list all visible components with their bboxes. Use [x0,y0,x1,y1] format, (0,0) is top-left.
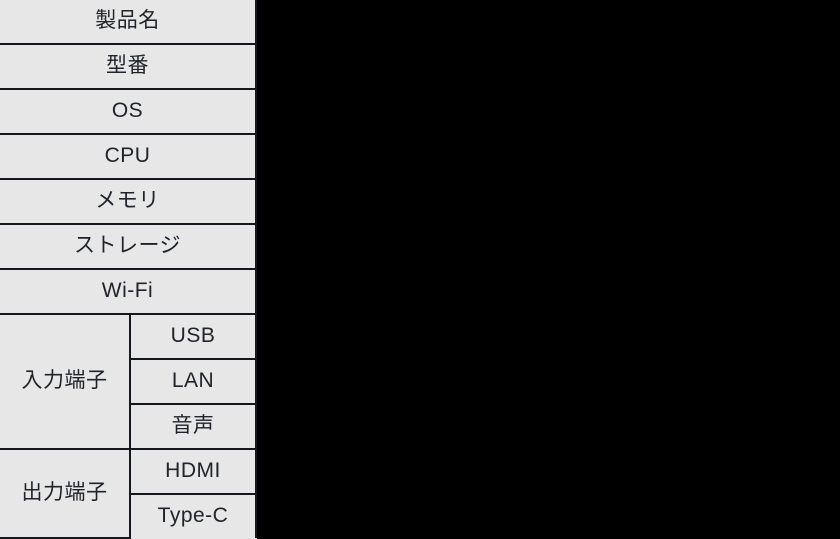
table-row: 入力端子 USB [0,313,257,450]
spec-sub-label: LAN [130,358,257,405]
screenshot-canvas: 製品名 型番 OS CPU メモリ ストレージ Wi-Fi 入力端子 USB LAN 音声 出力端子 H… [0,0,840,539]
spec-group-label: 入力端子 [0,313,131,450]
spec-table-container: 製品名 型番 OS CPU メモリ ストレージ Wi-Fi 入力端子 USB LAN 音声 出力端子 H… [0,0,257,539]
spec-sub-label: 音声 [130,403,257,450]
spec-table: 製品名 型番 OS CPU メモリ ストレージ Wi-Fi 入力端子 USB LAN 音声 出力端子 H… [0,0,257,539]
spec-table-body: 製品名 型番 OS CPU メモリ ストレージ Wi-Fi 入力端子 USB LAN 音声 出力端子 H… [0,0,257,539]
table-row: 製品名 [0,0,257,45]
spec-sub-label: Type-C [130,493,257,538]
spec-row-label: ストレージ [0,223,257,270]
table-row: 型番 [0,43,257,90]
table-row: Wi-Fi [0,268,257,315]
spec-row-label: 型番 [0,43,257,90]
table-row: OS [0,88,257,135]
spec-sub-label: HDMI [129,448,257,495]
spec-row-label: CPU [0,133,257,180]
spec-row-label: 製品名 [0,0,257,45]
table-row: 出力端子 HDMI [0,448,257,539]
spec-group-label: 出力端子 [0,448,131,539]
table-row: ストレージ [0,223,257,270]
table-row: CPU [0,133,257,180]
table-row: メモリ [0,178,257,225]
spec-sub-label: USB [129,313,257,360]
spec-row-label: Wi-Fi [0,268,257,315]
spec-row-label: OS [0,88,257,135]
spec-row-label: メモリ [0,178,257,225]
